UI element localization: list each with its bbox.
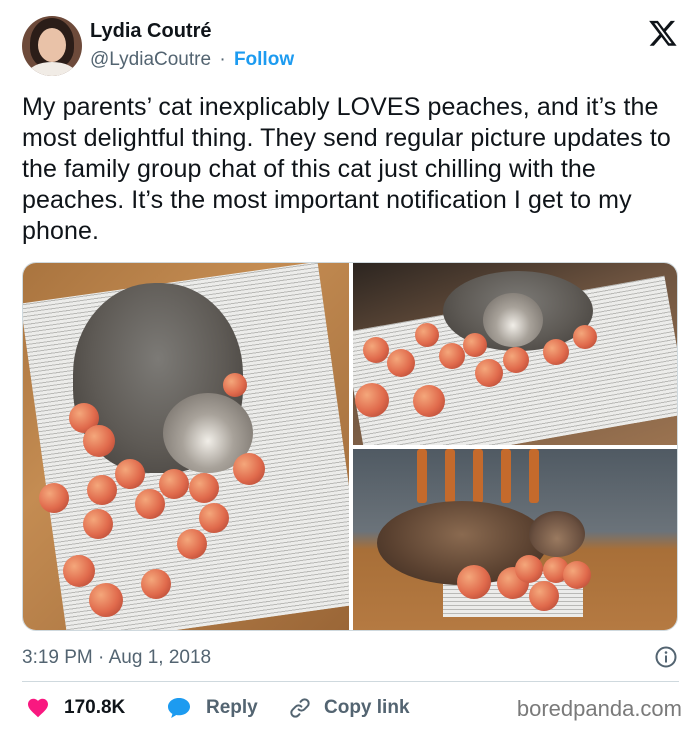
peach bbox=[63, 555, 95, 587]
tweet-header: Lydia Coutré @LydiaCoutre · Follow bbox=[22, 16, 682, 78]
chair-spindle bbox=[417, 449, 427, 503]
peach bbox=[415, 323, 439, 347]
peach bbox=[233, 453, 265, 485]
peach bbox=[515, 555, 543, 583]
photo-cat-on-newspaper[interactable] bbox=[23, 263, 349, 630]
tweet-time: 3:19 PM bbox=[22, 647, 93, 668]
author-handle-line: @LydiaCoutre · Follow bbox=[90, 49, 294, 71]
peach bbox=[159, 469, 189, 499]
copy-link-button[interactable]: Copy link bbox=[288, 694, 410, 722]
heart-icon bbox=[28, 698, 48, 718]
timestamp-separator: · bbox=[98, 647, 105, 668]
author-handle[interactable]: @LydiaCoutre bbox=[90, 49, 211, 70]
peach bbox=[135, 489, 165, 519]
peach bbox=[457, 565, 491, 599]
peach bbox=[463, 333, 487, 357]
chair-spindle bbox=[473, 449, 483, 503]
peach bbox=[503, 347, 529, 373]
peach bbox=[115, 459, 145, 489]
tweet-timestamp[interactable]: 3:19 PM · Aug 1, 2018 bbox=[22, 647, 211, 669]
peach bbox=[223, 373, 247, 397]
copy-link-label: Copy link bbox=[324, 697, 410, 718]
avatar[interactable] bbox=[22, 16, 82, 76]
info-icon[interactable] bbox=[654, 645, 678, 669]
reply-label: Reply bbox=[206, 697, 258, 718]
photo-cat-sleeping-by-peaches[interactable] bbox=[353, 449, 677, 630]
peach bbox=[563, 561, 591, 589]
peach bbox=[87, 475, 117, 505]
follow-button[interactable]: Follow bbox=[234, 49, 294, 70]
peach bbox=[141, 569, 171, 599]
chair-spindle bbox=[501, 449, 511, 503]
like-button[interactable]: 170.8K bbox=[26, 694, 125, 722]
peach bbox=[543, 339, 569, 365]
peach bbox=[83, 509, 113, 539]
tweet-date: Aug 1, 2018 bbox=[108, 647, 212, 668]
x-logo-icon[interactable] bbox=[648, 18, 678, 48]
peach bbox=[355, 383, 389, 417]
tweet-meta: 3:19 PM · Aug 1, 2018 bbox=[22, 645, 682, 671]
chair-spindle bbox=[445, 449, 455, 503]
tweet-text: My parents’ cat inexplicably LOVES peach… bbox=[22, 93, 671, 245]
peach bbox=[199, 503, 229, 533]
link-icon bbox=[290, 698, 310, 718]
peach bbox=[363, 337, 389, 363]
peach bbox=[439, 343, 465, 369]
chair-spindle bbox=[529, 449, 539, 503]
reply-bubble-icon bbox=[168, 698, 190, 718]
peach bbox=[529, 581, 559, 611]
author-name[interactable]: Lydia Coutré bbox=[90, 20, 212, 43]
peach bbox=[387, 349, 415, 377]
peach bbox=[39, 483, 69, 513]
peach bbox=[475, 359, 503, 387]
peach bbox=[573, 325, 597, 349]
like-count: 170.8K bbox=[64, 697, 126, 718]
divider bbox=[22, 681, 679, 682]
avatar-shirt bbox=[28, 62, 76, 76]
peach bbox=[177, 529, 207, 559]
tweet-media-grid bbox=[22, 262, 678, 631]
photo-cat-among-peaches[interactable] bbox=[353, 263, 677, 445]
reply-button[interactable]: Reply bbox=[166, 694, 258, 722]
peach bbox=[413, 385, 445, 417]
peach bbox=[89, 583, 123, 617]
cat-head bbox=[529, 511, 585, 557]
avatar-face bbox=[38, 28, 66, 62]
tweet-actions: 170.8K Reply Copy link boredpanda.com bbox=[22, 694, 682, 722]
cat-head bbox=[483, 293, 543, 347]
watermark: boredpanda.com bbox=[516, 696, 682, 721]
handle-separator: · bbox=[219, 49, 226, 70]
peach bbox=[83, 425, 115, 457]
peach bbox=[189, 473, 219, 503]
